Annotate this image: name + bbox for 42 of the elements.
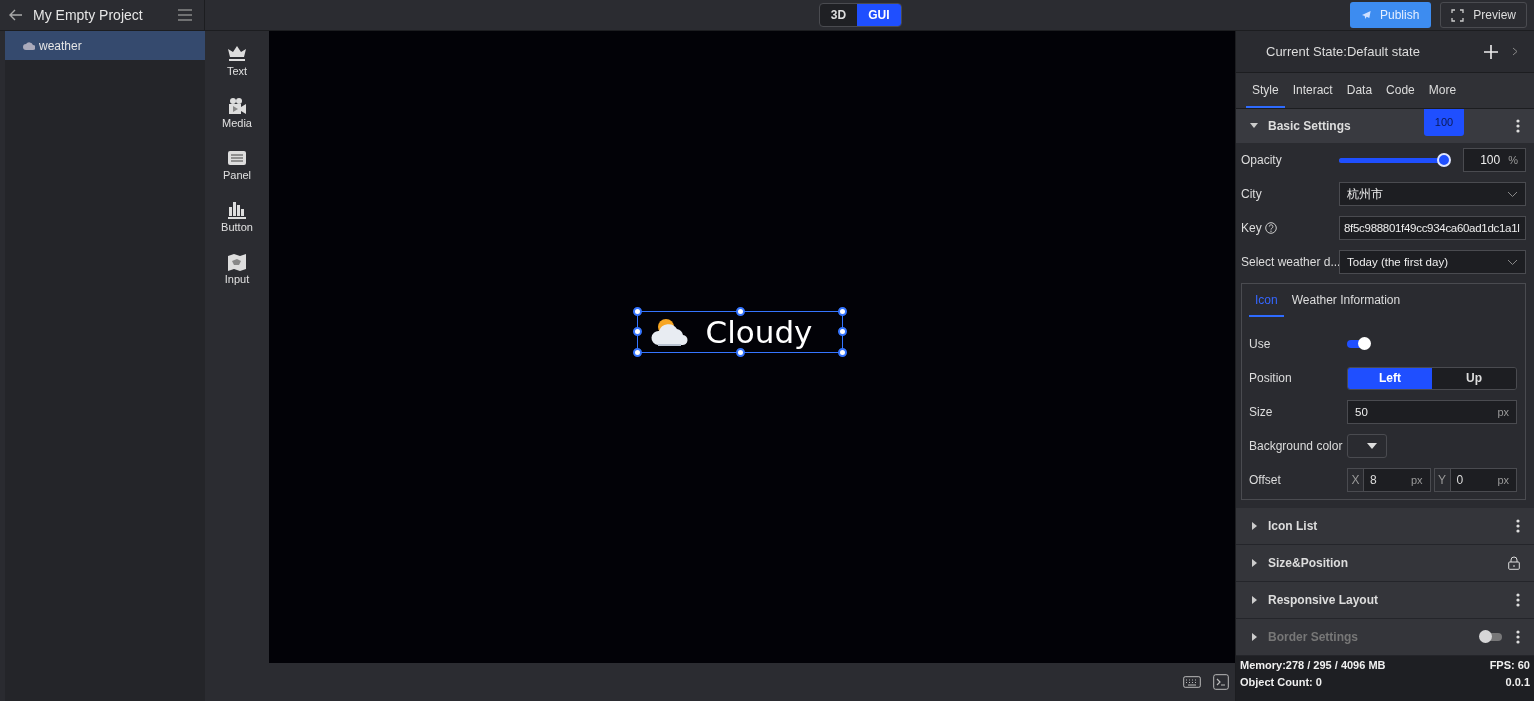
input-field[interactable]: X 8 px xyxy=(1347,468,1431,492)
component-tool[interactable]: Button xyxy=(221,201,253,233)
inspector-tab[interactable]: Data xyxy=(1340,73,1379,108)
section-header[interactable]: Size&Position xyxy=(1236,545,1534,582)
field-label: Select weather d... xyxy=(1241,255,1339,269)
segment-option[interactable]: Up xyxy=(1432,367,1516,389)
component-tool[interactable]: Text xyxy=(226,45,248,77)
input-field[interactable]: Y 0 px xyxy=(1433,468,1517,492)
field-label: Opacity xyxy=(1241,153,1283,167)
input-field[interactable]: 8f5c988801f49cc934ca60ad1dc1a1l xyxy=(1339,216,1526,240)
inspector-tab[interactable]: Code xyxy=(1380,73,1421,108)
project-title: My Empty Project xyxy=(33,7,144,23)
field-label: Offset xyxy=(1249,473,1282,487)
version-label: 0.0.1 xyxy=(1505,676,1530,688)
component-tool[interactable]: Media xyxy=(222,97,252,129)
field-label: City xyxy=(1241,187,1263,201)
field-label: Use xyxy=(1249,337,1272,351)
view-mode-tab[interactable]: GUI xyxy=(857,4,901,26)
memory-readout: Memory:278 / 295 / 4096 MB xyxy=(1240,659,1386,671)
opacity-field[interactable]: 100 % xyxy=(1463,148,1526,172)
object-count: Object Count: 0 xyxy=(1240,676,1322,688)
preview-button[interactable]: Preview xyxy=(1440,2,1527,28)
sub-tab[interactable]: Weather Information xyxy=(1285,284,1407,317)
dropdown[interactable]: Today (the first day) xyxy=(1339,250,1526,274)
component-tool[interactable]: Panel xyxy=(222,149,252,181)
field-label: Position xyxy=(1249,371,1293,385)
field-label: Key xyxy=(1241,221,1262,235)
inspector-tab[interactable]: More xyxy=(1422,73,1463,108)
component-tool[interactable]: Input xyxy=(224,253,250,285)
current-state-label: Current State:Default state xyxy=(1266,44,1421,59)
inspector-tab[interactable]: Interact xyxy=(1286,73,1339,108)
field-label: Size xyxy=(1249,405,1274,419)
section-header[interactable]: Icon List xyxy=(1236,508,1534,545)
segment-option[interactable]: Left xyxy=(1348,367,1432,389)
view-mode-tab[interactable]: 3D xyxy=(819,4,858,26)
section-header[interactable]: Responsive Layout xyxy=(1236,582,1534,619)
dropdown[interactable]: 杭州市 xyxy=(1339,182,1526,206)
input-field[interactable]: 50 px xyxy=(1347,400,1517,424)
fps-readout: FPS: 60 xyxy=(1489,659,1530,671)
field-label: Background color xyxy=(1249,439,1344,453)
layer-item[interactable]: weather xyxy=(5,31,205,60)
value-tooltip: 100 xyxy=(1424,109,1464,136)
